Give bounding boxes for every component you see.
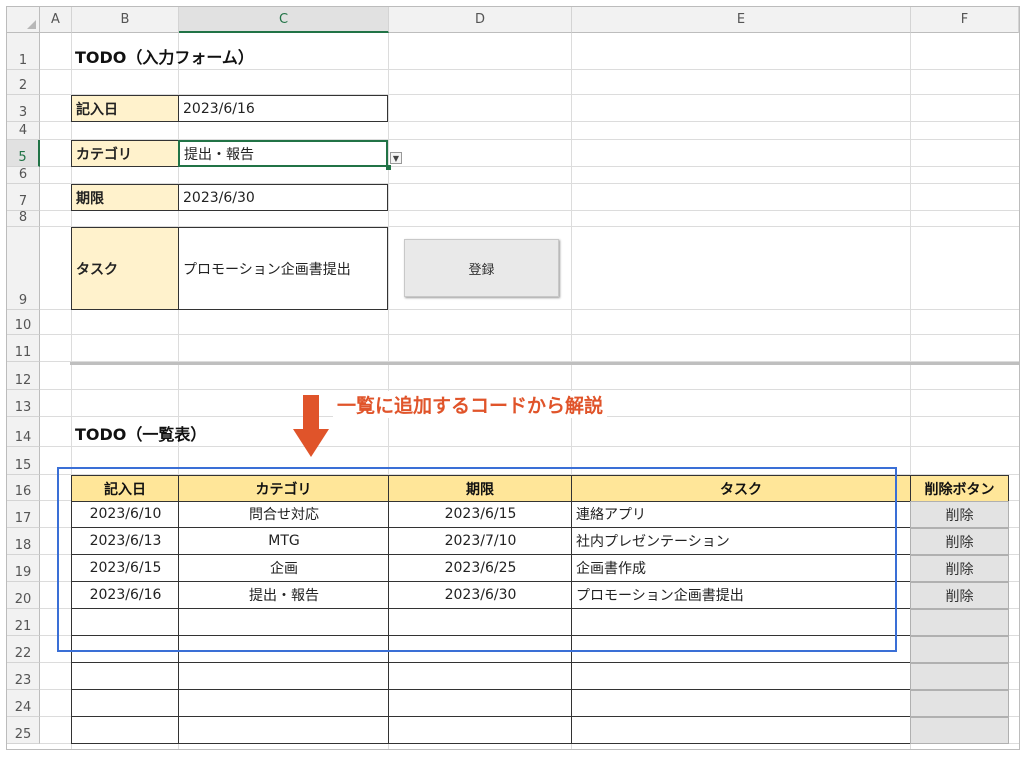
dropdown-arrow-icon[interactable]: ▼ xyxy=(390,152,402,164)
column-header-c[interactable]: C xyxy=(179,7,389,33)
deadline-label: 期限 xyxy=(71,184,179,211)
empty-cell[interactable] xyxy=(388,663,572,690)
highlight-box xyxy=(57,467,897,652)
delete-button[interactable]: 削除 xyxy=(910,528,1009,555)
category-select[interactable]: 提出・報告 xyxy=(178,140,388,167)
date-label: 記入日 xyxy=(71,95,179,122)
empty-delete-cell xyxy=(910,717,1009,744)
column-header-d[interactable]: D xyxy=(389,7,572,33)
annotation-text: 一覧に追加するコードから解説 xyxy=(333,391,608,418)
row-gridline xyxy=(40,334,1019,335)
row-gridline xyxy=(40,69,1019,70)
empty-cell[interactable] xyxy=(178,690,389,717)
select-all-corner[interactable] xyxy=(7,7,40,33)
row-header-20[interactable]: 20 xyxy=(7,582,40,609)
row-header-5[interactable]: 5 xyxy=(7,140,40,167)
empty-delete-cell xyxy=(910,609,1009,636)
empty-cell[interactable] xyxy=(71,690,179,717)
row-header-15[interactable]: 15 xyxy=(7,447,40,475)
date-input[interactable]: 2023/6/16 xyxy=(178,95,388,122)
empty-cell[interactable] xyxy=(178,717,389,744)
deadline-input[interactable]: 2023/6/30 xyxy=(178,184,388,211)
column-header-b[interactable]: B xyxy=(72,7,179,33)
row-header-7[interactable]: 7 xyxy=(7,184,40,211)
row-gridline xyxy=(40,446,1019,447)
list-title: TODO（一覧表） xyxy=(75,425,207,444)
row-header-10[interactable]: 10 xyxy=(7,310,40,335)
row-header-25[interactable]: 25 xyxy=(7,717,40,744)
empty-delete-cell xyxy=(910,663,1009,690)
row-header-19[interactable]: 19 xyxy=(7,555,40,582)
task-label: タスク xyxy=(71,227,179,310)
row-header-21[interactable]: 21 xyxy=(7,609,40,636)
empty-cell[interactable] xyxy=(71,663,179,690)
row-header-6[interactable]: 6 xyxy=(7,167,40,184)
column-header-a[interactable]: A xyxy=(40,7,72,33)
row-header-12[interactable]: 12 xyxy=(7,362,40,390)
empty-cell[interactable] xyxy=(571,717,911,744)
empty-cell[interactable] xyxy=(388,717,572,744)
spreadsheet-window: A B C D E F 1 2 3 4 5 6 7 8 9 10 11 12 13 14 15 16 17 18 1… xyxy=(6,6,1020,750)
delete-button[interactable]: 削除 xyxy=(910,582,1009,609)
row-header-24[interactable]: 24 xyxy=(7,690,40,717)
row-header-4[interactable]: 4 xyxy=(7,122,40,140)
row-header-18[interactable]: 18 xyxy=(7,528,40,555)
empty-delete-cell xyxy=(910,690,1009,717)
row-header-14[interactable]: 14 xyxy=(7,417,40,447)
empty-cell[interactable] xyxy=(571,663,911,690)
row-header-9[interactable]: 9 xyxy=(7,227,40,310)
row-header-11[interactable]: 11 xyxy=(7,335,40,362)
delete-button[interactable]: 削除 xyxy=(910,555,1009,582)
row-header-22[interactable]: 22 xyxy=(7,636,40,663)
row-header-1[interactable]: 1 xyxy=(7,33,40,70)
row-header-3[interactable]: 3 xyxy=(7,95,40,122)
category-label: カテゴリ xyxy=(71,140,179,167)
row-header-13[interactable]: 13 xyxy=(7,390,40,417)
empty-cell[interactable] xyxy=(388,690,572,717)
form-title: TODO（入力フォーム） xyxy=(75,48,254,67)
fill-handle[interactable] xyxy=(386,165,391,170)
empty-cell[interactable] xyxy=(71,717,179,744)
register-button[interactable]: 登録 xyxy=(404,239,559,297)
down-arrow-icon xyxy=(293,395,329,457)
row-header-23[interactable]: 23 xyxy=(7,663,40,690)
empty-cell[interactable] xyxy=(178,663,389,690)
delete-button[interactable]: 削除 xyxy=(910,501,1009,528)
task-input[interactable]: プロモーション企画書提出 xyxy=(178,227,388,310)
header-delete: 削除ボタン xyxy=(910,475,1009,502)
column-header-f[interactable]: F xyxy=(911,7,1019,33)
row-gridline xyxy=(40,389,1019,390)
row-header-16[interactable]: 16 xyxy=(7,475,40,501)
column-header-e[interactable]: E xyxy=(572,7,911,33)
section-divider xyxy=(70,362,1019,365)
worksheet: A B C D E F 1 2 3 4 5 6 7 8 9 10 11 12 13 14 15 16 17 18 1… xyxy=(7,7,1019,749)
empty-cell[interactable] xyxy=(571,690,911,717)
empty-delete-cell xyxy=(910,636,1009,663)
row-header-8[interactable]: 8 xyxy=(7,211,40,227)
row-header-17[interactable]: 17 xyxy=(7,501,40,528)
row-header-2[interactable]: 2 xyxy=(7,70,40,95)
